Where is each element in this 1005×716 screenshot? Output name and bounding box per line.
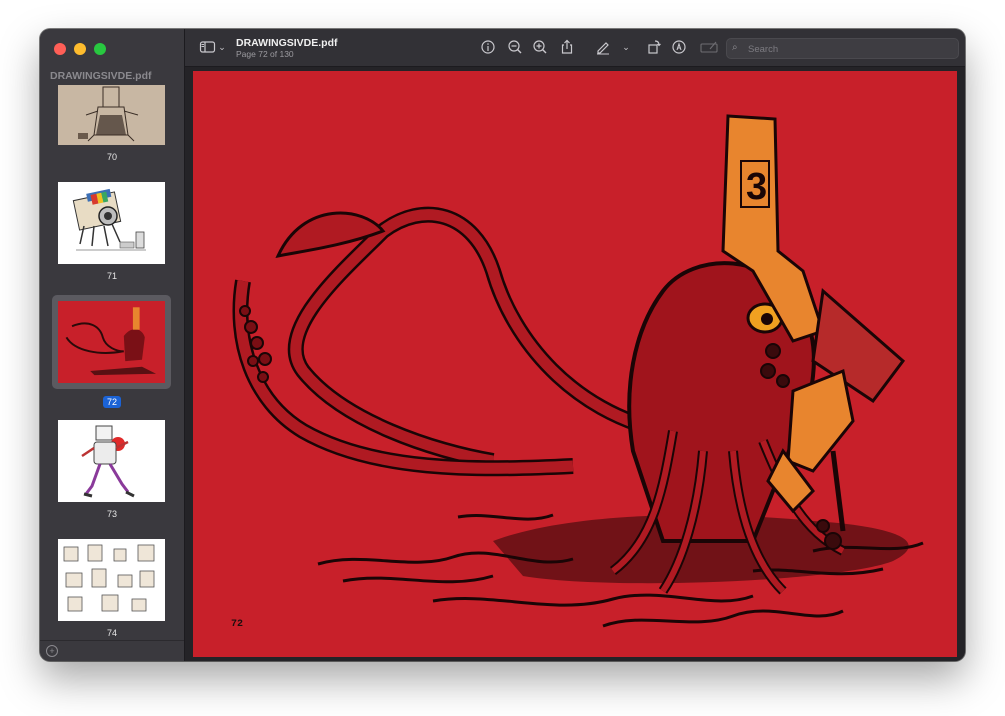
page-indicator: Page 72 of 130 [236, 49, 294, 59]
thumbnail-image [58, 539, 165, 621]
search-field[interactable]: ⌕ [726, 38, 959, 59]
thumbnail-label: 71 [106, 271, 117, 281]
toolbar: ⌄ DRAWINGSIVDE.pdf Page 72 of 130 ⌄ ⌕ [185, 29, 965, 67]
sidebar-title: DRAWINGSIVDE.pdf [50, 70, 152, 82]
zoom-out-icon[interactable] [507, 39, 523, 55]
search-input[interactable] [746, 41, 950, 57]
form-fill-icon[interactable] [699, 39, 719, 55]
thumbnail-list[interactable]: 70 71 72 73 74 [40, 85, 184, 641]
search-icon: ⌕ [732, 42, 738, 53]
thumbnail-image [58, 182, 165, 264]
thumbnail-image [58, 85, 165, 145]
page-number: 72 [231, 619, 244, 630]
rotate-icon[interactable] [646, 39, 662, 55]
close-button[interactable] [54, 43, 66, 55]
pdf-page: 3 72 [193, 71, 957, 657]
sidebar-footer: + [40, 640, 184, 661]
thumbnail-label: 70 [106, 152, 117, 162]
helmet-number: 3 [746, 166, 767, 208]
document-title: DRAWINGSIVDE.pdf [236, 37, 338, 49]
sidebar-toggle-icon[interactable] [199, 39, 217, 55]
thumbnail-label: 72 [40, 396, 184, 408]
info-icon[interactable] [480, 39, 496, 55]
zoom-in-icon[interactable] [532, 39, 548, 55]
highlight-pen-icon[interactable] [595, 39, 611, 55]
thumbnail-label: 73 [106, 509, 117, 519]
page-illustration: 3 [193, 71, 957, 657]
chevron-down-icon[interactable]: ⌄ [217, 39, 227, 55]
zoom-button[interactable] [94, 43, 106, 55]
share-icon[interactable] [559, 39, 575, 55]
add-page-icon[interactable]: + [46, 645, 58, 657]
thumbnail-label: 74 [106, 628, 117, 638]
chevron-down-icon[interactable]: ⌄ [621, 39, 631, 55]
minimize-button[interactable] [74, 43, 86, 55]
document-view[interactable]: 3 72 [185, 67, 965, 661]
window-controls [54, 43, 106, 55]
preview-window: DRAWINGSIVDE.pdf 70 71 72 73 74 + ⌄ DRAW… [40, 29, 965, 661]
sidebar: DRAWINGSIVDE.pdf 70 71 72 73 74 + [40, 29, 185, 661]
thumbnail-image [58, 420, 165, 502]
thumbnail-image [58, 301, 165, 383]
markup-icon[interactable] [671, 39, 687, 55]
